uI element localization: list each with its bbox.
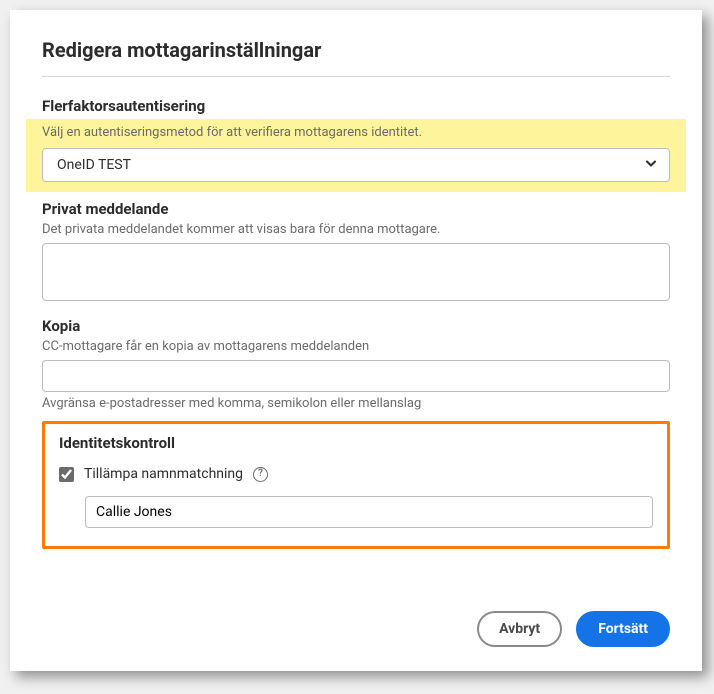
cancel-button[interactable]: Avbryt — [477, 611, 562, 647]
copy-section: Kopia CC-mottagare får en kopia av motta… — [42, 317, 670, 411]
help-icon[interactable]: ? — [253, 467, 268, 482]
name-matching-label: Tillämpa namnmatchning — [84, 466, 243, 482]
name-matching-checkbox[interactable] — [59, 467, 74, 482]
private-message-header: Privat meddelande — [42, 200, 670, 218]
recipient-settings-dialog: Redigera mottagarinställningar Flerfakto… — [10, 10, 702, 671]
mfa-header: Flerfaktorsautentisering — [42, 97, 670, 115]
dialog-title: Redigera mottagarinställningar — [42, 38, 670, 77]
recipient-name-input[interactable] — [85, 496, 653, 528]
mfa-section: Flerfaktorsautentisering Välj en autenti… — [42, 97, 670, 192]
identity-control-section: Identitetskontroll Tillämpa namnmatchnin… — [42, 421, 670, 549]
copy-hint-below: Avgränsa e-postadresser med komma, semik… — [42, 396, 670, 411]
cc-email-input[interactable] — [42, 360, 670, 392]
mfa-hint: Välj en autentiseringsmetod för att veri… — [42, 125, 670, 140]
copy-hint: CC-mottagare får en kopia av mottagarens… — [42, 339, 670, 354]
private-message-hint: Det privata meddelandet kommer att visas… — [42, 222, 670, 237]
auth-method-selected[interactable]: OneID TEST — [42, 148, 670, 182]
private-message-section: Privat meddelande Det privata meddelande… — [42, 200, 670, 317]
copy-header: Kopia — [42, 317, 670, 335]
name-matching-row: Tillämpa namnmatchning ? — [59, 466, 653, 482]
private-message-input[interactable] — [42, 243, 670, 301]
auth-method-select[interactable]: OneID TEST — [42, 148, 670, 182]
dialog-footer: Avbryt Fortsätt — [42, 611, 670, 647]
name-input-wrap — [59, 496, 653, 528]
mfa-highlight: Välj en autentiseringsmetod för att veri… — [26, 119, 686, 192]
continue-button[interactable]: Fortsätt — [576, 611, 670, 647]
identity-header: Identitetskontroll — [59, 434, 653, 452]
